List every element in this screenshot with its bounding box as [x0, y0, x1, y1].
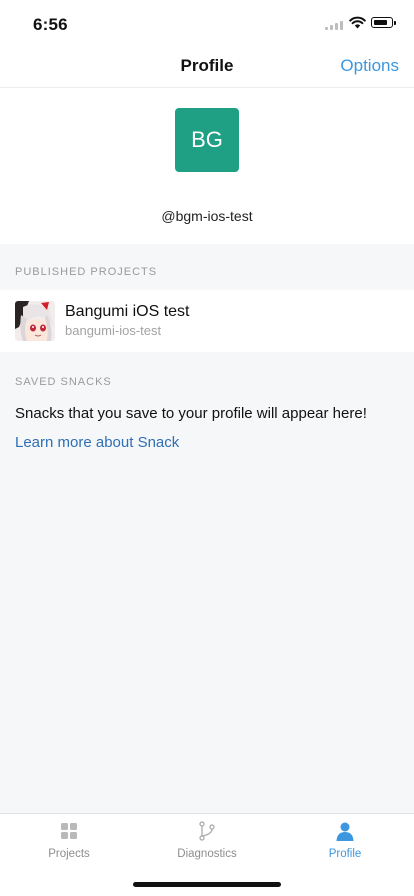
battery-icon — [371, 17, 396, 28]
learn-more-link[interactable]: Learn more about Snack — [15, 434, 179, 451]
username: @bgm-ios-test — [161, 208, 253, 224]
published-projects-header: PUBLISHED PROJECTS — [15, 266, 158, 278]
navigation-bar: Profile Options — [0, 44, 414, 88]
tab-label: Diagnostics — [177, 848, 237, 860]
tab-label: Projects — [48, 848, 90, 860]
tab-label: Profile — [328, 848, 362, 860]
profile-header: BG @bgm-ios-test — [0, 88, 414, 244]
home-indicator[interactable] — [133, 882, 281, 887]
tab-projects[interactable]: Projects — [0, 814, 138, 864]
options-button[interactable]: Options — [340, 56, 399, 76]
wifi-icon — [349, 16, 366, 29]
tab-diagnostics[interactable]: Diagnostics — [138, 814, 276, 864]
saved-snacks-header: SAVED SNACKS — [15, 376, 112, 388]
project-slug: bangumi-ios-test — [65, 323, 162, 338]
project-name: Bangumi iOS test — [65, 303, 190, 320]
branch-icon — [199, 821, 215, 841]
tab-profile[interactable]: Profile — [276, 814, 414, 864]
saved-snacks-empty-message: Snacks that you save to your profile wil… — [15, 405, 367, 422]
project-thumbnail — [15, 301, 55, 341]
status-time: 6:56 — [33, 15, 68, 34]
cellular-signal-icon — [325, 20, 345, 30]
project-list-item[interactable]: Bangumi iOS test bangumi-ios-test — [0, 290, 414, 352]
grid-icon — [61, 823, 77, 839]
avatar: BG — [175, 108, 239, 172]
status-bar: 6:56 — [0, 0, 414, 44]
person-icon — [336, 822, 354, 841]
